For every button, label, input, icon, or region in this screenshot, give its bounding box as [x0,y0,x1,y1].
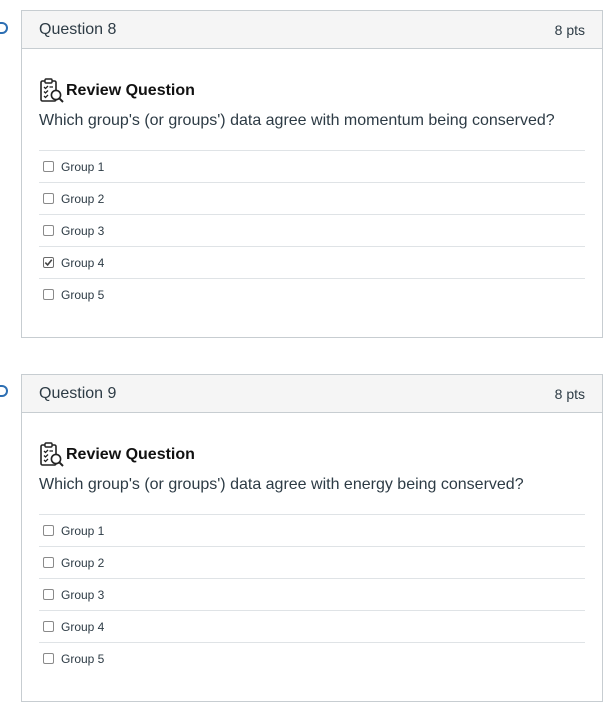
checkbox[interactable] [43,621,54,632]
answer-option[interactable]: Group 4 [39,611,585,643]
question-header: Question 8 8 pts [22,11,602,49]
answer-label: Group 3 [61,587,105,602]
review-question-label: Review Question [66,446,195,463]
answer-label: Group 1 [61,523,105,538]
checkbox[interactable] [43,289,54,300]
answer-label: Group 4 [61,619,105,634]
answer-label: Group 5 [61,651,105,666]
question-title: Question 9 [39,384,117,402]
answer-label: Group 4 [61,255,105,270]
checkbox[interactable] [43,653,54,664]
answer-option[interactable]: Group 2 [39,183,585,215]
answer-label: Group 2 [61,555,105,570]
question-card-8: Question 8 8 pts Review Question Which g… [21,10,603,338]
checkbox[interactable] [43,225,54,236]
checkbox-checked[interactable] [43,257,54,268]
review-question-label: Review Question [66,82,195,99]
quiz-page: Question 8 8 pts Review Question Which g… [0,0,615,715]
answer-list: Group 1 Group 2 Group 3 Group 4 Group 5 [39,150,585,310]
clipboard-search-icon [39,441,65,469]
answer-list: Group 1 Group 2 Group 3 Group 4 Group 5 [39,514,585,674]
checkbox[interactable] [43,557,54,568]
checkbox[interactable] [43,589,54,600]
question-body: Review Question Which group's (or groups… [22,49,602,310]
flag-question-9-icon[interactable] [0,385,8,397]
question-title: Question 8 [39,20,117,38]
answer-option[interactable]: Group 1 [39,151,585,183]
review-heading: Review Question [39,77,585,105]
question-header: Question 9 8 pts [22,375,602,413]
review-heading: Review Question [39,441,585,469]
question-points: 8 pts [554,385,585,402]
answer-option[interactable]: Group 1 [39,515,585,547]
answer-option[interactable]: Group 5 [39,643,585,674]
answer-option[interactable]: Group 3 [39,579,585,611]
answer-label: Group 5 [61,287,105,302]
answer-option[interactable]: Group 4 [39,247,585,279]
checkbox[interactable] [43,193,54,204]
flag-question-8-icon[interactable] [0,22,8,34]
answer-option[interactable]: Group 2 [39,547,585,579]
question-card-9: Question 9 8 pts Review Question Which g… [21,374,603,702]
question-text: Which group's (or groups') data agree wi… [39,476,524,493]
answer-label: Group 2 [61,191,105,206]
answer-label: Group 3 [61,223,105,238]
question-text: Which group's (or groups') data agree wi… [39,112,555,129]
answer-label: Group 1 [61,159,105,174]
checkbox[interactable] [43,161,54,172]
answer-option[interactable]: Group 3 [39,215,585,247]
checkbox[interactable] [43,525,54,536]
answer-option[interactable]: Group 5 [39,279,585,310]
clipboard-search-icon [39,77,65,105]
checkmark-icon [44,259,53,267]
question-body: Review Question Which group's (or groups… [22,413,602,674]
question-points: 8 pts [554,21,585,38]
